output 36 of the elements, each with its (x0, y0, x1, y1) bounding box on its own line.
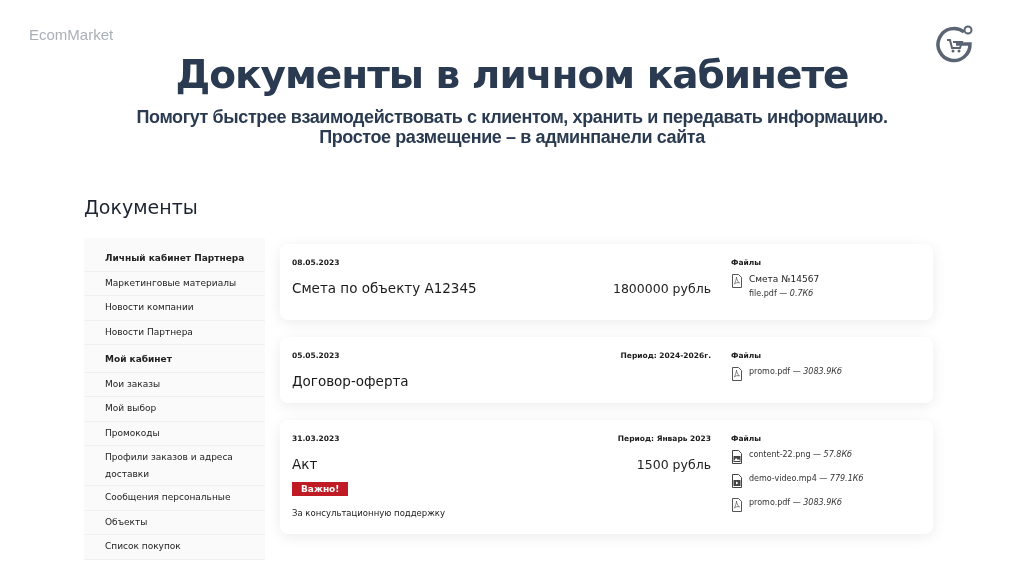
menu-heading: Мой кабинет (84, 345, 265, 373)
file-link[interactable]: promo.pdf — 3083.9Кб (749, 367, 842, 376)
menu-item[interactable]: Промокоды (84, 421, 265, 446)
menu-item[interactable]: Новости Партнера (84, 320, 265, 345)
logo-icon (934, 24, 974, 64)
menu-heading: Личный кабинет Партнера (84, 244, 265, 272)
pdf-file-icon (731, 498, 743, 512)
menu-item[interactable]: Мои заказы (84, 372, 265, 397)
menu-item[interactable]: Профили заказов и адреса доставки (84, 446, 265, 486)
subtitle-text: Помогут быстрее взаимодействовать с клиентом, хранить и передавать информацию. (136, 107, 888, 127)
important-badge: Важно! (292, 482, 349, 496)
pdf-file-icon (731, 274, 743, 288)
file-link[interactable]: content-22.png — 57.8Кб (749, 450, 852, 459)
file-title[interactable]: Смета №14567 (749, 274, 820, 284)
video-file-icon (731, 474, 743, 488)
document-title: Смета по объекту А12345 (292, 280, 477, 296)
file-link[interactable]: demo-video.mp4 — 779.1Кб (749, 474, 864, 483)
document-title: Договор-оферта (292, 373, 409, 389)
brand-name: EcomMarket (29, 26, 114, 43)
document-title: Акт (292, 456, 318, 472)
subtitle-text: Простое размещение – в админпанели сайта (319, 127, 705, 147)
document-amount: 1800000 рубль (612, 280, 711, 296)
file-link[interactable]: promo.pdf — 3083.9Кб (749, 498, 842, 507)
menu-item[interactable]: Список покупок (84, 535, 265, 560)
file-link[interactable]: file.pdf — 0.7Кб (749, 289, 820, 298)
document-note: За консультационную поддержку (292, 508, 447, 518)
section-title: Документы (84, 196, 199, 218)
document-amount: 1500 рубль (636, 456, 711, 472)
menu-item[interactable]: Маркетинговые материалы (84, 271, 265, 296)
pdf-file-icon (731, 367, 743, 381)
menu-item[interactable]: Сообщения персональные (84, 486, 265, 511)
menu-item[interactable]: Объекты (84, 510, 265, 535)
menu-item[interactable]: Мой выбор (84, 397, 265, 422)
page-headline: Документы в личном кабинете (175, 52, 849, 97)
menu-item[interactable]: Новости компании (84, 296, 265, 321)
image-file-icon (731, 450, 743, 464)
